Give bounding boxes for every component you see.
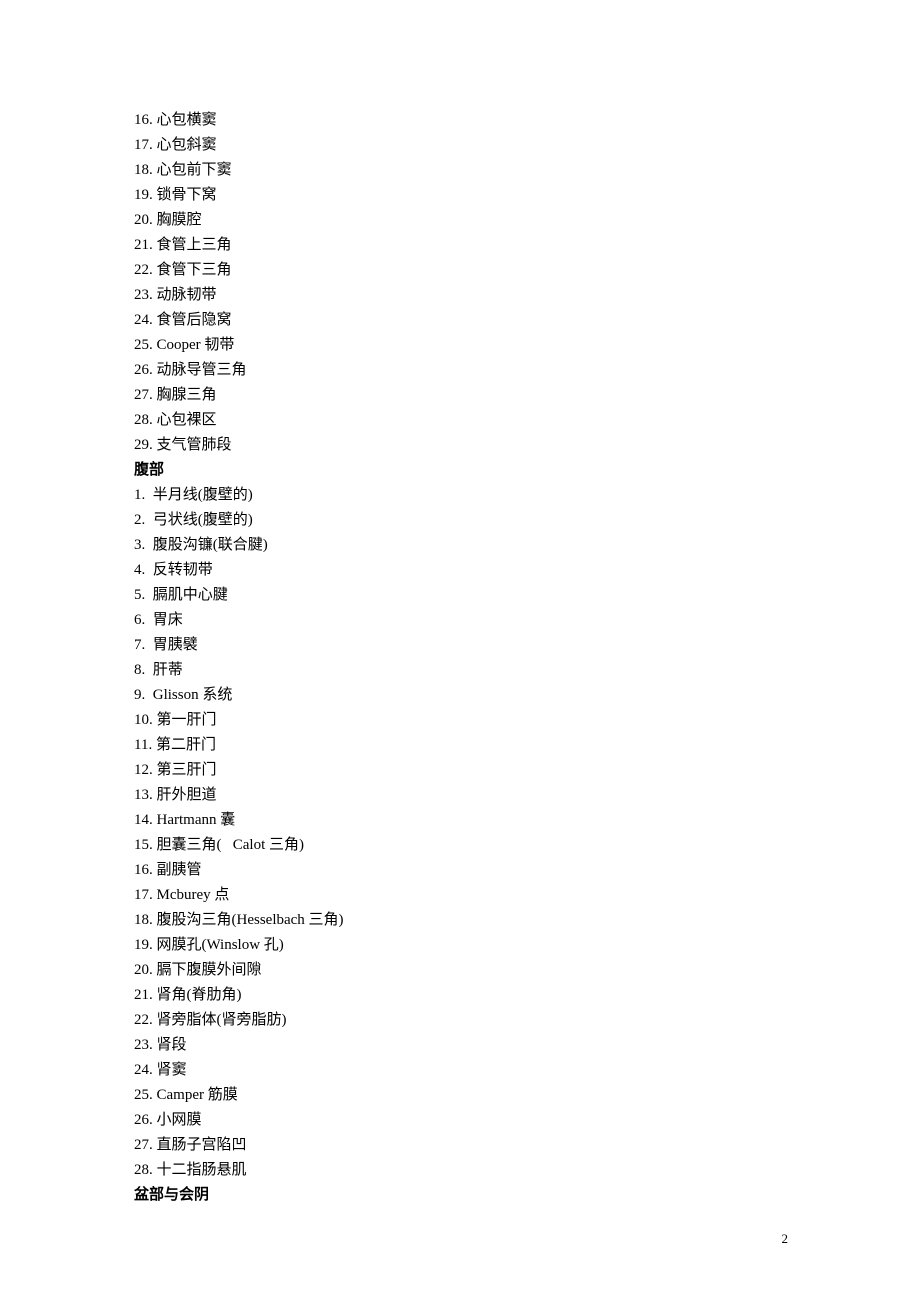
list-item: 3. 腹股沟镰(联合腱) xyxy=(134,533,800,558)
list-item: 15. 胆囊三角( Calot 三角) xyxy=(134,833,800,858)
list-item: 25. Camper 筋膜 xyxy=(134,1083,800,1108)
list-item: 25. Cooper 韧带 xyxy=(134,333,800,358)
list-item: 12. 第三肝门 xyxy=(134,758,800,783)
list-item: 14. Hartmann 囊 xyxy=(134,808,800,833)
list-item: 8. 肝蒂 xyxy=(134,658,800,683)
list-item: 26. 动脉导管三角 xyxy=(134,358,800,383)
list-item: 22. 食管下三角 xyxy=(134,258,800,283)
section-2-list: 1. 半月线(腹壁的)2. 弓状线(腹壁的)3. 腹股沟镰(联合腱)4. 反转韧… xyxy=(134,483,800,1183)
list-item: 17. 心包斜窦 xyxy=(134,133,800,158)
section-1-list: 16. 心包横窦17. 心包斜窦18. 心包前下窦19. 锁骨下窝20. 胸膜腔… xyxy=(134,108,800,458)
list-item: 18. 心包前下窦 xyxy=(134,158,800,183)
list-item: 7. 胃胰襞 xyxy=(134,633,800,658)
list-item: 10. 第一肝门 xyxy=(134,708,800,733)
list-item: 16. 心包横窦 xyxy=(134,108,800,133)
document-page: 16. 心包横窦17. 心包斜窦18. 心包前下窦19. 锁骨下窝20. 胸膜腔… xyxy=(0,0,920,1208)
list-item: 20. 膈下腹膜外间隙 xyxy=(134,958,800,983)
list-item: 11. 第二肝门 xyxy=(134,733,800,758)
list-item: 24. 肾窦 xyxy=(134,1058,800,1083)
list-item: 18. 腹股沟三角(Hesselbach 三角) xyxy=(134,908,800,933)
page-number: 2 xyxy=(782,1231,789,1247)
list-item: 4. 反转韧带 xyxy=(134,558,800,583)
list-item: 23. 动脉韧带 xyxy=(134,283,800,308)
list-item: 16. 副胰管 xyxy=(134,858,800,883)
heading-abdomen: 腹部 xyxy=(134,458,800,483)
list-item: 22. 肾旁脂体(肾旁脂肪) xyxy=(134,1008,800,1033)
list-item: 9. Glisson 系统 xyxy=(134,683,800,708)
heading-pelvis-perineum: 盆部与会阴 xyxy=(134,1183,800,1208)
list-item: 24. 食管后隐窝 xyxy=(134,308,800,333)
list-item: 13. 肝外胆道 xyxy=(134,783,800,808)
list-item: 20. 胸膜腔 xyxy=(134,208,800,233)
list-item: 23. 肾段 xyxy=(134,1033,800,1058)
list-item: 1. 半月线(腹壁的) xyxy=(134,483,800,508)
list-item: 17. Mcburey 点 xyxy=(134,883,800,908)
list-item: 27. 胸腺三角 xyxy=(134,383,800,408)
list-item: 2. 弓状线(腹壁的) xyxy=(134,508,800,533)
list-item: 21. 食管上三角 xyxy=(134,233,800,258)
list-item: 19. 锁骨下窝 xyxy=(134,183,800,208)
list-item: 6. 胃床 xyxy=(134,608,800,633)
list-item: 29. 支气管肺段 xyxy=(134,433,800,458)
list-item: 5. 膈肌中心腱 xyxy=(134,583,800,608)
list-item: 27. 直肠子宫陷凹 xyxy=(134,1133,800,1158)
list-item: 21. 肾角(脊肋角) xyxy=(134,983,800,1008)
list-item: 28. 心包裸区 xyxy=(134,408,800,433)
list-item: 26. 小网膜 xyxy=(134,1108,800,1133)
list-item: 28. 十二指肠悬肌 xyxy=(134,1158,800,1183)
list-item: 19. 网膜孔(Winslow 孔) xyxy=(134,933,800,958)
